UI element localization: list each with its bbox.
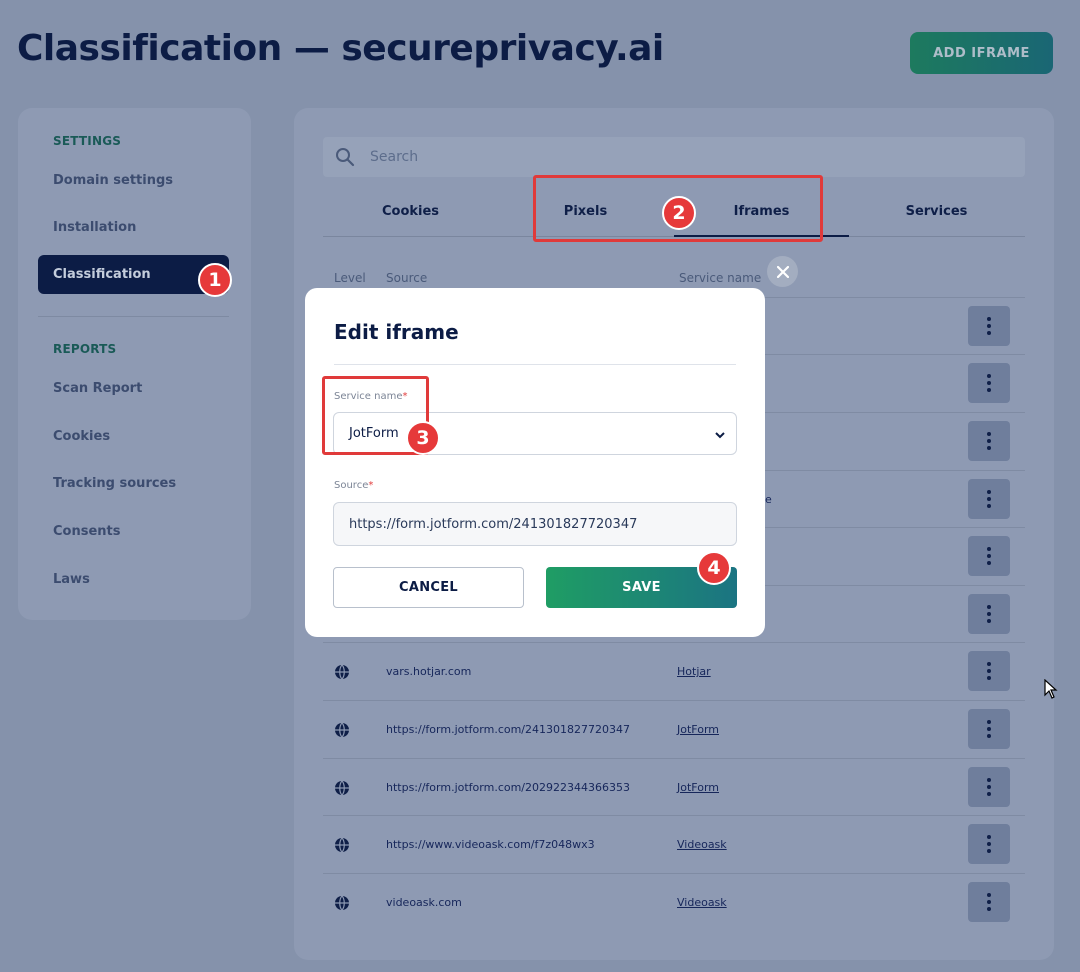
modal-divider: [334, 364, 736, 365]
page-title: Classification — secureprivacy.ai: [17, 28, 664, 69]
row-source: https://form.jotform.com/241301827720347: [386, 723, 630, 736]
modal-close-button[interactable]: [767, 256, 798, 287]
cancel-button[interactable]: CANCEL: [333, 567, 524, 608]
sidebar-item-domain-settings[interactable]: Domain settings: [53, 173, 173, 188]
step-badge-2: 2: [662, 196, 696, 230]
row-menu-button[interactable]: [968, 651, 1010, 691]
row-service-link[interactable]: Videoask: [677, 896, 727, 909]
table-row: videoask.com Videoask: [323, 873, 1025, 931]
column-header-level: Level: [334, 271, 366, 285]
search-icon: [335, 147, 355, 171]
sidebar-item-laws[interactable]: Laws: [53, 572, 90, 587]
step-badge-4: 4: [697, 551, 731, 585]
sidebar-settings-heading: SETTINGS: [53, 134, 122, 148]
chevron-down-icon: [714, 426, 726, 445]
sidebar-item-tracking-sources[interactable]: Tracking sources: [53, 476, 176, 491]
row-menu-button[interactable]: [968, 363, 1010, 403]
modal-title: Edit iframe: [334, 320, 459, 344]
row-menu-button[interactable]: [968, 767, 1010, 807]
globe-icon: [334, 895, 350, 915]
table-row: https://form.jotform.com/202922344366353…: [323, 758, 1025, 816]
row-source: videoask.com: [386, 896, 462, 909]
edit-iframe-modal: Edit iframe Service name* JotForm Source…: [305, 288, 765, 637]
row-source: https://form.jotform.com/202922344366353: [386, 781, 630, 794]
row-menu-button[interactable]: [968, 306, 1010, 346]
tab-services[interactable]: Services: [849, 204, 1024, 219]
search-input[interactable]: Search: [323, 137, 1025, 177]
row-source: https://www.videoask.com/f7z048wx3: [386, 838, 595, 851]
sidebar-reports-heading: REPORTS: [53, 342, 117, 356]
sidebar-item-cookies[interactable]: Cookies: [53, 429, 110, 444]
sidebar-item-installation[interactable]: Installation: [53, 220, 136, 235]
tab-cookies[interactable]: Cookies: [323, 204, 498, 219]
sidebar-divider: [38, 316, 229, 317]
globe-icon: [334, 837, 350, 857]
column-header-service: Service name: [679, 271, 762, 285]
table-row: https://form.jotform.com/241301827720347…: [323, 700, 1025, 758]
close-icon: [776, 265, 789, 278]
row-menu-button[interactable]: [968, 421, 1010, 461]
source-field[interactable]: https://form.jotform.com/241301827720347: [333, 502, 737, 546]
table-row: https://www.videoask.com/f7z048wx3 Video…: [323, 815, 1025, 873]
globe-icon: [334, 722, 350, 742]
sidebar-item-scan-report[interactable]: Scan Report: [53, 381, 142, 396]
partial-service-text: e: [765, 493, 772, 506]
row-service-link[interactable]: JotForm: [677, 723, 719, 736]
row-menu-button[interactable]: [968, 709, 1010, 749]
row-menu-button[interactable]: [968, 479, 1010, 519]
globe-icon: [334, 664, 350, 684]
source-value: https://form.jotform.com/241301827720347: [349, 517, 638, 532]
sidebar-item-consents[interactable]: Consents: [53, 524, 121, 539]
row-menu-button[interactable]: [968, 536, 1010, 576]
row-menu-button[interactable]: [968, 882, 1010, 922]
mouse-cursor-icon: [1044, 678, 1058, 703]
search-placeholder: Search: [370, 149, 419, 165]
row-service-link[interactable]: Hotjar: [677, 665, 711, 678]
row-service-link[interactable]: Videoask: [677, 838, 727, 851]
sidebar: SETTINGS Domain settings Installation Cl…: [18, 108, 251, 620]
add-iframe-button[interactable]: ADD IFRAME: [910, 32, 1053, 74]
source-label: Source*: [334, 480, 374, 491]
row-menu-button[interactable]: [968, 594, 1010, 634]
step-badge-3: 3: [406, 421, 440, 455]
step-badge-1: 1: [198, 263, 232, 297]
row-source: vars.hotjar.com: [386, 665, 472, 678]
globe-icon: [334, 780, 350, 800]
row-service-link[interactable]: JotForm: [677, 781, 719, 794]
column-header-source: Source: [386, 271, 428, 285]
table-row: vars.hotjar.com Hotjar: [323, 642, 1025, 700]
row-menu-button[interactable]: [968, 824, 1010, 864]
